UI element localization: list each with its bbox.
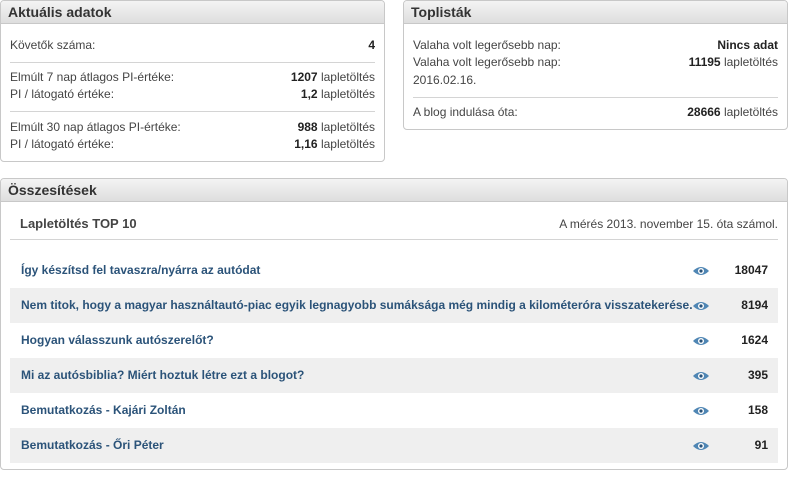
download-count: 91 — [754, 438, 768, 452]
pi7-value: 1,2 lapletöltés — [300, 87, 375, 101]
best-day2-date: 2016.02.16. — [413, 73, 477, 87]
list-item: Így készítsd fel tavaszra/nyárra az autó… — [10, 253, 778, 288]
top10-subheader: Lapletöltés TOP 10 A mérés 2013. novembe… — [10, 209, 778, 239]
download-count: 1624 — [741, 333, 768, 347]
download-count: 8194 — [741, 298, 768, 312]
avg30-row: Elmúlt 30 nap átlagos PI-értéke: 988 lap… — [10, 119, 375, 135]
pi30-label: PI / látogató értéke: — [10, 137, 115, 151]
avg7-value: 1207 lapletöltés — [290, 70, 375, 84]
article-link[interactable]: Hogyan válasszunk autószerelőt? — [21, 323, 214, 358]
download-count: 395 — [747, 368, 768, 382]
avg30-value: 988 lapletöltés — [297, 120, 375, 134]
best-day-label: Valaha volt legerősebb nap: — [413, 38, 561, 52]
summary-panel: Összesítések Lapletöltés TOP 10 A mérés … — [0, 178, 788, 470]
avg30-label: Elmúlt 30 nap átlagos PI-értéke: — [10, 120, 181, 134]
list-item: Nem titok, hogy a magyar használtautó-pi… — [10, 288, 778, 323]
list-item: Hogyan válasszunk autószerelőt? 1624 — [10, 323, 778, 358]
toplists-panel: Toplisták Valaha volt legerősebb nap: Ni… — [403, 0, 788, 130]
followers-label: Követők száma: — [10, 38, 96, 52]
best-day2-label: Valaha volt legerősebb nap: — [413, 55, 561, 69]
divider — [10, 62, 375, 63]
since-start-row: A blog indulása óta: 28666 lapletöltés — [413, 104, 778, 120]
eye-icon[interactable] — [692, 406, 710, 416]
current-data-panel: Aktuális adatok Követők száma: 4 Elmúlt … — [0, 0, 385, 162]
pi7-row: PI / látogató értéke: 1,2 lapletöltés — [10, 86, 375, 102]
eye-icon[interactable] — [692, 371, 710, 381]
eye-icon[interactable] — [692, 336, 710, 346]
since-start-label: A blog indulása óta: — [413, 105, 518, 119]
article-link[interactable]: Bemutatkozás - Őri Péter — [21, 428, 164, 463]
list-item: Bemutatkozás - Kajári Zoltán 158 — [10, 393, 778, 428]
best-day-row: Valaha volt legerősebb nap: Nincs adat — [413, 37, 778, 53]
article-link[interactable]: Nem titok, hogy a magyar használtautó-pi… — [21, 288, 693, 323]
divider — [10, 239, 778, 240]
pi30-value: 1,16 lapletöltés — [294, 137, 375, 151]
pi7-label: PI / látogató értéke: — [10, 87, 115, 101]
followers-row: Követők száma: 4 — [10, 37, 375, 53]
avg7-label: Elmúlt 7 nap átlagos PI-értéke: — [10, 70, 175, 84]
current-data-header: Aktuális adatok — [1, 1, 384, 24]
divider — [413, 97, 778, 98]
eye-icon[interactable] — [692, 266, 710, 276]
eye-icon[interactable] — [692, 301, 710, 311]
pi30-row: PI / látogató értéke: 1,16 lapletöltés — [10, 136, 375, 152]
best-day-value: Nincs adat — [717, 38, 778, 52]
eye-icon[interactable] — [692, 441, 710, 451]
best-day2-row: Valaha volt legerősebb nap: 11195 laplet… — [413, 54, 778, 70]
since-start-value: 28666 lapletöltés — [687, 105, 778, 119]
best-day2-date-row: 2016.02.16. — [413, 72, 778, 88]
list-item: Mi az autósbiblia? Miért hoztuk létre ez… — [10, 358, 778, 393]
article-link[interactable]: Bemutatkozás - Kajári Zoltán — [21, 393, 186, 428]
divider — [10, 111, 375, 112]
article-link[interactable]: Mi az autósbiblia? Miért hoztuk létre ez… — [21, 358, 304, 393]
toplists-header: Toplisták — [404, 1, 787, 24]
top10-title: Lapletöltés TOP 10 — [20, 216, 137, 231]
followers-value: 4 — [368, 38, 375, 52]
measure-note: A mérés 2013. november 15. óta számol. — [559, 217, 778, 231]
article-link[interactable]: Így készítsd fel tavaszra/nyárra az autó… — [21, 253, 260, 288]
summary-header: Összesítések — [1, 179, 787, 202]
avg7-row: Elmúlt 7 nap átlagos PI-értéke: 1207 lap… — [10, 69, 375, 85]
best-day2-value: 11195 lapletöltés — [688, 55, 778, 69]
list-item: Bemutatkozás - Őri Péter 91 — [10, 428, 778, 463]
download-count: 18047 — [734, 263, 768, 277]
download-count: 158 — [747, 403, 768, 417]
